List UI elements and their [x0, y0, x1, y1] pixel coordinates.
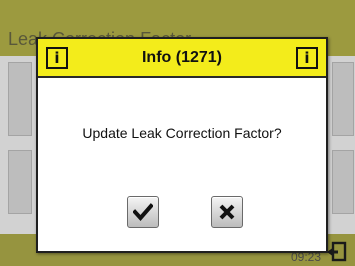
dialog-title: Info (1271)	[141, 49, 222, 66]
exit-icon[interactable]	[326, 241, 348, 263]
screen: Leak Correction Factor 09:23 i Info (127…	[0, 0, 355, 266]
cancel-button[interactable]	[211, 196, 243, 228]
info-dialog: i Info (1271) i Update Leak Correction F…	[36, 37, 328, 253]
confirm-button[interactable]	[127, 196, 159, 228]
x-icon	[219, 204, 235, 220]
dialog-header: i Info (1271) i	[38, 39, 326, 78]
background-panel	[8, 150, 32, 214]
background-panel	[332, 62, 354, 136]
info-icon: i	[46, 47, 68, 69]
background-panel	[8, 62, 32, 136]
background-panel	[332, 150, 354, 214]
info-icon: i	[296, 47, 318, 69]
dialog-message: Update Leak Correction Factor?	[82, 125, 282, 141]
checkmark-icon	[133, 203, 153, 221]
